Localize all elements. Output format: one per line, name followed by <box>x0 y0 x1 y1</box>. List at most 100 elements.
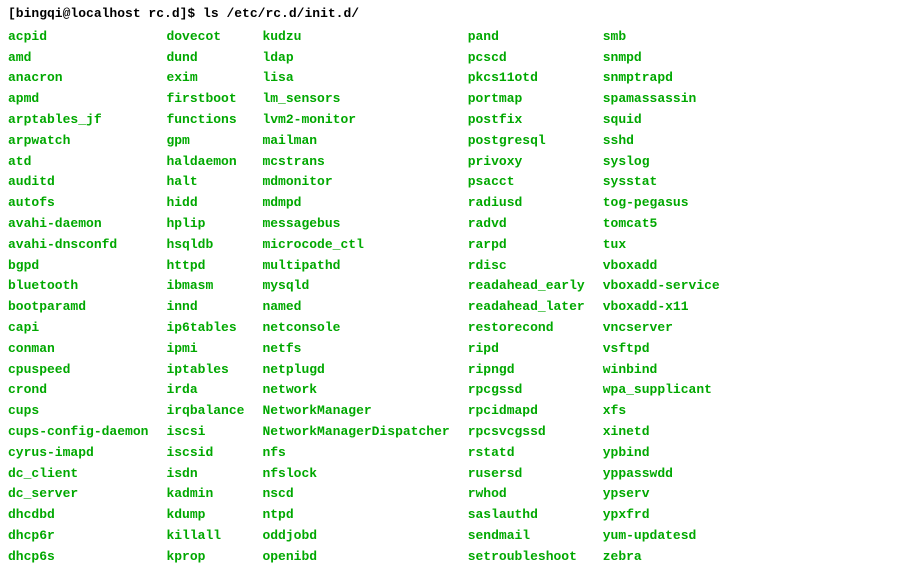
file-entry: firstboot <box>166 89 244 110</box>
file-entry: tog-pegasus <box>603 193 720 214</box>
listing-column: pandpcscdpkcs11otdportmappostfixpostgres… <box>468 27 585 568</box>
file-entry: ibmasm <box>166 276 244 297</box>
listing-column: kudzuldaplisalm_sensorslvm2-monitormailm… <box>262 27 449 568</box>
file-entry: bluetooth <box>8 276 148 297</box>
file-entry: saslauthd <box>468 505 585 526</box>
file-entry: kadmin <box>166 484 244 505</box>
prompt-command: ls /etc/rc.d/init.d/ <box>203 6 359 21</box>
file-entry: mdmonitor <box>262 172 449 193</box>
file-entry: iptables <box>166 360 244 381</box>
file-entry: named <box>262 297 449 318</box>
file-entry: mysqld <box>262 276 449 297</box>
file-entry: tux <box>603 235 720 256</box>
file-entry: innd <box>166 297 244 318</box>
terminal-window: [bingqi@localhost rc.d]$ ls /etc/rc.d/in… <box>8 4 906 568</box>
file-entry: crond <box>8 380 148 401</box>
file-entry: rwhod <box>468 484 585 505</box>
listing-column: dovecotdundeximfirstbootfunctionsgpmhald… <box>166 27 244 568</box>
file-entry: ip6tables <box>166 318 244 339</box>
file-entry: killall <box>166 526 244 547</box>
file-entry: autofs <box>8 193 148 214</box>
file-entry: rpcsvcgssd <box>468 422 585 443</box>
file-entry: winbind <box>603 360 720 381</box>
file-entry: ripngd <box>468 360 585 381</box>
file-entry: dovecot <box>166 27 244 48</box>
file-entry: isdn <box>166 464 244 485</box>
file-entry: cpuspeed <box>8 360 148 381</box>
file-entry: avahi-dnsconfd <box>8 235 148 256</box>
file-entry: rusersd <box>468 464 585 485</box>
file-entry: vsftpd <box>603 339 720 360</box>
file-entry: netfs <box>262 339 449 360</box>
file-entry: acpid <box>8 27 148 48</box>
file-entry: nfs <box>262 443 449 464</box>
file-entry: anacron <box>8 68 148 89</box>
file-entry: sshd <box>603 131 720 152</box>
file-entry: tomcat5 <box>603 214 720 235</box>
file-entry: atd <box>8 152 148 173</box>
file-entry: hsqldb <box>166 235 244 256</box>
file-entry: rstatd <box>468 443 585 464</box>
file-entry: sendmail <box>468 526 585 547</box>
file-entry: nscd <box>262 484 449 505</box>
file-entry: dund <box>166 48 244 69</box>
file-entry: rdisc <box>468 256 585 277</box>
file-entry: dhcdbd <box>8 505 148 526</box>
prompt-user-host: [bingqi@localhost rc.d]$ <box>8 6 195 21</box>
file-entry: arptables_jf <box>8 110 148 131</box>
file-entry: yppasswdd <box>603 464 720 485</box>
file-entry: sysstat <box>603 172 720 193</box>
file-entry: postgresql <box>468 131 585 152</box>
file-entry: microcode_ctl <box>262 235 449 256</box>
file-entry: nfslock <box>262 464 449 485</box>
file-entry: messagebus <box>262 214 449 235</box>
file-entry: oddjobd <box>262 526 449 547</box>
file-entry: multipathd <box>262 256 449 277</box>
file-entry: bootparamd <box>8 297 148 318</box>
file-entry: lisa <box>262 68 449 89</box>
file-entry: restorecond <box>468 318 585 339</box>
file-entry: postfix <box>468 110 585 131</box>
file-entry: setroubleshoot <box>468 547 585 568</box>
file-entry: cyrus-imapd <box>8 443 148 464</box>
file-entry: zebra <box>603 547 720 568</box>
file-entry: hplip <box>166 214 244 235</box>
directory-listing: acpidamdanacronapmdarptables_jfarpwatcha… <box>8 27 906 568</box>
file-entry: psacct <box>468 172 585 193</box>
file-entry: privoxy <box>468 152 585 173</box>
file-entry: irqbalance <box>166 401 244 422</box>
file-entry: vboxadd-x11 <box>603 297 720 318</box>
file-entry: network <box>262 380 449 401</box>
file-entry: kudzu <box>262 27 449 48</box>
file-entry: rpcidmapd <box>468 401 585 422</box>
file-entry: yum-updatesd <box>603 526 720 547</box>
file-entry: ypxfrd <box>603 505 720 526</box>
file-entry: pkcs11otd <box>468 68 585 89</box>
file-entry: syslog <box>603 152 720 173</box>
file-entry: gpm <box>166 131 244 152</box>
file-entry: capi <box>8 318 148 339</box>
listing-column: smbsnmpdsnmptrapdspamassassinsquidsshdsy… <box>603 27 720 568</box>
file-entry: mailman <box>262 131 449 152</box>
file-entry: dhcp6r <box>8 526 148 547</box>
file-entry: openibd <box>262 547 449 568</box>
file-entry: iscsid <box>166 443 244 464</box>
file-entry: hidd <box>166 193 244 214</box>
file-entry: dc_client <box>8 464 148 485</box>
file-entry: bgpd <box>8 256 148 277</box>
listing-column: acpidamdanacronapmdarptables_jfarpwatcha… <box>8 27 148 568</box>
file-entry: ipmi <box>166 339 244 360</box>
file-entry: ripd <box>468 339 585 360</box>
file-entry: mcstrans <box>262 152 449 173</box>
file-entry: functions <box>166 110 244 131</box>
file-entry: rpcgssd <box>468 380 585 401</box>
file-entry: pcscd <box>468 48 585 69</box>
file-entry: ypbind <box>603 443 720 464</box>
file-entry: iscsi <box>166 422 244 443</box>
file-entry: lvm2-monitor <box>262 110 449 131</box>
file-entry: squid <box>603 110 720 131</box>
file-entry: mdmpd <box>262 193 449 214</box>
file-entry: lm_sensors <box>262 89 449 110</box>
file-entry: haldaemon <box>166 152 244 173</box>
file-entry: vncserver <box>603 318 720 339</box>
